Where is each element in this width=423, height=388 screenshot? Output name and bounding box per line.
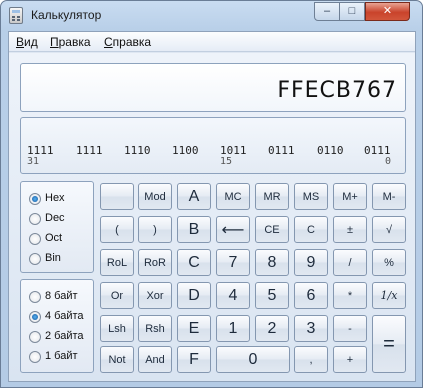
or-button[interactable]: Or (100, 282, 134, 309)
digit-0-button[interactable]: 0 (216, 346, 290, 373)
memory-add-button[interactable]: M+ (333, 183, 367, 210)
digit-2-button[interactable]: 2 (255, 315, 289, 342)
bit-group: 1111 (76, 144, 103, 157)
reciprocal-button[interactable]: 1/x (372, 282, 406, 309)
hex-e-button[interactable]: E (177, 315, 211, 342)
window-title: Калькулятор (31, 8, 102, 22)
radio-label: Dec (45, 212, 65, 224)
radio-label: 2 байта (45, 330, 84, 342)
menu-bar: Вид Правка Справка (9, 32, 415, 52)
bit-index-label: 0 (385, 156, 392, 167)
clear-button[interactable]: C (294, 216, 328, 243)
radio-button-checked[interactable] (29, 311, 41, 323)
hex-f-button[interactable]: F (177, 346, 211, 373)
bit-group: 0110 (317, 144, 344, 157)
mod-button[interactable]: Mod (138, 183, 172, 210)
menu-help[interactable]: Справка (104, 35, 151, 49)
memory-subtract-button[interactable]: M- (372, 183, 406, 210)
radio-button[interactable] (29, 291, 41, 303)
open-paren-button[interactable]: ( (100, 216, 134, 243)
client-area: Вид Правка Справка FFECB767 1111 1111 11… (8, 31, 416, 382)
and-button[interactable]: And (138, 346, 172, 373)
number-base-group: Hex Dec Oct Bin (20, 181, 94, 273)
subtract-button[interactable]: - (333, 315, 367, 342)
close-button[interactable]: ✕ (365, 2, 410, 21)
backspace-button[interactable]: ⟵ (216, 216, 250, 243)
hex-c-button[interactable]: C (177, 249, 211, 276)
calculator-body: FFECB767 1111 1111 1110 1100 1011 0111 0… (9, 53, 415, 381)
binary-bits-panel: 1111 1111 1110 1100 1011 0111 0110 0111 … (20, 117, 406, 174)
right-shift-button[interactable]: Rsh (138, 315, 172, 342)
bit-group: 0111 (268, 144, 295, 157)
radio-label: 8 байт (45, 290, 78, 302)
bit-group: 1110 (124, 144, 151, 157)
hex-d-button[interactable]: D (177, 282, 211, 309)
negate-button[interactable]: ± (333, 216, 367, 243)
radio-button-checked[interactable] (29, 193, 41, 205)
rotate-right-button[interactable]: RoR (138, 249, 172, 276)
memory-store-button[interactable]: MS (294, 183, 328, 210)
hex-b-button[interactable]: B (177, 216, 211, 243)
digit-4-button[interactable]: 4 (216, 282, 250, 309)
not-button[interactable]: Not (100, 346, 134, 373)
bit-group: 1100 (172, 144, 199, 157)
radio-label: Hex (45, 192, 65, 204)
maximize-button[interactable]: □ (339, 2, 365, 21)
left-shift-button[interactable]: Lsh (100, 315, 134, 342)
add-button[interactable]: + (333, 346, 367, 373)
calculator-window: Калькулятор – □ ✕ Вид Правка Справка FFE… (0, 0, 423, 388)
result-display: FFECB767 (20, 63, 406, 112)
blank-button[interactable] (100, 183, 134, 210)
menu-edit[interactable]: Правка (50, 35, 91, 49)
rotate-left-button[interactable]: RoL (100, 249, 134, 276)
square-root-button[interactable]: √ (372, 216, 406, 243)
digit-3-button[interactable]: 3 (294, 315, 328, 342)
radio-label: Bin (45, 252, 61, 264)
decimal-separator-button[interactable]: , (294, 346, 328, 373)
title-bar[interactable]: Калькулятор – □ ✕ (1, 1, 422, 31)
calculator-app-icon (9, 7, 23, 24)
word-size-group: 8 байт 4 байта 2 байта 1 байт (20, 279, 94, 373)
clear-entry-button[interactable]: CE (255, 216, 289, 243)
bit-index-label: 31 (27, 156, 40, 167)
memory-recall-button[interactable]: MR (255, 183, 289, 210)
digit-9-button[interactable]: 9 (294, 249, 328, 276)
radio-button[interactable] (29, 253, 41, 265)
hex-a-button[interactable]: A (177, 183, 211, 210)
menu-view[interactable]: Вид (16, 35, 38, 49)
radio-button[interactable] (29, 213, 41, 225)
digit-6-button[interactable]: 6 (294, 282, 328, 309)
radio-button[interactable] (29, 233, 41, 245)
display-value: FFECB767 (277, 78, 397, 103)
radio-label: 4 байта (45, 310, 84, 322)
equals-button[interactable]: = (372, 315, 406, 373)
digit-8-button[interactable]: 8 (255, 249, 289, 276)
close-paren-button[interactable]: ) (138, 216, 172, 243)
multiply-button[interactable]: * (333, 282, 367, 309)
radio-label: Oct (45, 232, 63, 244)
xor-button[interactable]: Xor (138, 282, 172, 309)
digit-5-button[interactable]: 5 (255, 282, 289, 309)
memory-clear-button[interactable]: MC (216, 183, 250, 210)
percent-button[interactable]: % (372, 249, 406, 276)
radio-button[interactable] (29, 351, 41, 363)
bit-index-label: 15 (220, 156, 233, 167)
divide-button[interactable]: / (333, 249, 367, 276)
digit-1-button[interactable]: 1 (216, 315, 250, 342)
radio-label: 1 байт (45, 350, 78, 362)
digit-7-button[interactable]: 7 (216, 249, 250, 276)
radio-button[interactable] (29, 331, 41, 343)
minimize-button[interactable]: – (314, 2, 340, 21)
